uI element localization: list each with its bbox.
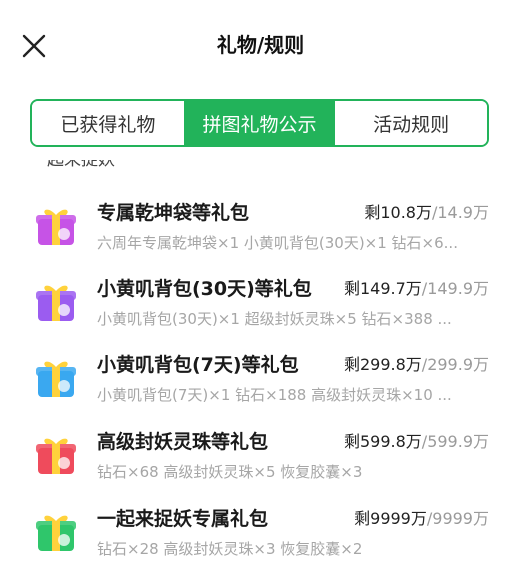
gift-contents: 钻石×68 高级封妖灵珠×5 恢复胶囊×3 (97, 463, 363, 481)
gift-stock-count: 剩9999万/9999万 (354, 508, 489, 530)
gift-title: 专属乾坤袋等礼包 (97, 202, 250, 224)
gift-box-violet-icon (34, 280, 78, 324)
tab-activity-rules[interactable]: 活动规则 (335, 101, 487, 145)
gift-title: 小黄叽背包(30天)等礼包 (97, 278, 312, 300)
gift-total: /14.9万 (431, 203, 489, 222)
gift-stock-count: 剩299.8万/299.9万 (344, 354, 489, 376)
tab-obtained-gifts[interactable]: 已获得礼物 (32, 101, 184, 145)
tab-puzzle-gift-list[interactable]: 拼图礼物公示 (183, 101, 336, 145)
gift-total: /299.9万 (421, 355, 489, 374)
gift-title: 小黄叽背包(7天)等礼包 (97, 354, 299, 376)
gift-box-blue-icon (34, 356, 78, 400)
gift-stock-count: 剩599.8万/599.9万 (344, 431, 489, 453)
gift-title: 一起来捉妖专属礼包 (97, 508, 269, 530)
gift-contents: 六周年专属乾坤袋×1 小黄叽背包(30天)×1 钻石×6... (97, 234, 458, 252)
gift-box-purple-icon (34, 204, 78, 248)
section-heading-text: 一起来捉妖 (30, 160, 115, 170)
gift-total: /9999万 (426, 509, 489, 528)
gift-remaining: 剩599.8万 (343, 432, 422, 451)
header-bar: 礼物/规则 (0, 0, 521, 90)
gift-contents: 小黄叽背包(7天)×1 钻石×188 高级封妖灵珠×10 ... (97, 386, 452, 404)
gift-list-item[interactable]: 小黄叽背包(7天)等礼包 剩299.8万/299.9万小黄叽背包(7天)×1 钻石… (0, 342, 521, 418)
tab-bar: 已获得礼物 拼图礼物公示 活动规则 (30, 99, 489, 147)
gift-remaining: 剩299.8万 (343, 355, 422, 374)
gift-total: /599.9万 (421, 432, 489, 451)
gift-total: /149.9万 (421, 279, 489, 298)
gift-box-green-icon (34, 510, 78, 554)
gift-list-item[interactable]: 专属乾坤袋等礼包 剩10.8万/14.9万六周年专属乾坤袋×1 小黄叽背包(30天… (0, 190, 521, 266)
gift-list-item[interactable]: 一起来捉妖专属礼包 剩9999万/9999万钻石×28 高级封妖灵珠×3 恢复胶囊… (0, 496, 521, 572)
gift-stock-count: 剩10.8万/14.9万 (364, 202, 489, 224)
gift-list-item[interactable]: 高级封妖灵珠等礼包 剩599.8万/599.9万钻石×68 高级封妖灵珠×5 恢复… (0, 419, 521, 495)
gift-list-item[interactable]: 小黄叽背包(30天)等礼包 剩149.7万/149.9万小黄叽背包(30天)×1 … (0, 266, 521, 342)
gift-contents: 钻石×28 高级封妖灵珠×3 恢复胶囊×2 (97, 540, 363, 558)
gift-stock-count: 剩149.7万/149.9万 (344, 278, 489, 300)
gift-box-red-icon (34, 433, 78, 477)
gift-contents: 小黄叽背包(30天)×1 超级封妖灵珠×5 钻石×388 ... (97, 310, 452, 328)
page-title: 礼物/规则 (216, 33, 305, 57)
section-heading-partial: 一起来捉妖 (30, 160, 230, 174)
gift-remaining: 剩9999万 (354, 509, 427, 528)
gift-title: 高级封妖灵珠等礼包 (97, 431, 269, 453)
gift-remaining: 剩10.8万 (364, 203, 432, 222)
gift-remaining: 剩149.7万 (343, 279, 422, 298)
